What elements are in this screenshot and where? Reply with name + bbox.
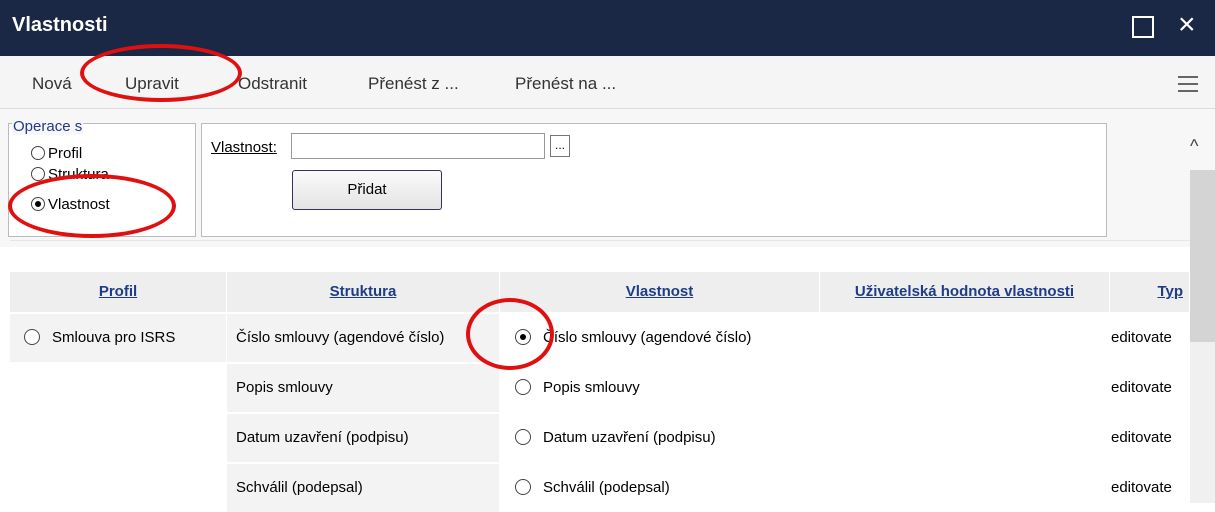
cell-hodnota <box>820 314 1110 362</box>
browse-button[interactable]: ... <box>550 135 570 157</box>
add-button[interactable]: Přidat <box>292 170 442 210</box>
radio-icon[interactable] <box>515 429 531 445</box>
divider <box>10 240 1190 241</box>
cell-struktura: Popis smlouvy <box>227 364 500 412</box>
cell-vlastnost: Popis smlouvy <box>500 364 820 412</box>
property-label: Vlastnost: <box>211 139 277 156</box>
header-typ[interactable]: Typ <box>1110 272 1190 312</box>
annotation-circle-upravit <box>80 44 242 102</box>
cell-profil <box>10 464 227 512</box>
cell-struktura: Číslo smlouvy (agendové číslo) <box>227 314 500 362</box>
menu-transfer-to[interactable]: Přenést na ... <box>515 74 616 94</box>
cell-profil <box>10 414 227 462</box>
cell-typ: editovate <box>1110 314 1190 362</box>
cell-vlastnost: Schválil (podepsal) <box>500 464 820 512</box>
cell-struktura: Schválil (podepsal) <box>227 464 500 512</box>
menu-transfer-from[interactable]: Přenést z ... <box>368 74 459 94</box>
cell-typ: editovate <box>1110 464 1190 512</box>
radio-profil[interactable]: Profil <box>31 145 82 162</box>
operation-area <box>0 109 1215 247</box>
properties-table: Profil Struktura Vlastnost Uživatelská h… <box>10 272 1190 512</box>
menu-delete[interactable]: Odstranit <box>238 74 307 94</box>
cell-hodnota <box>820 464 1110 512</box>
cell-typ: editovate <box>1110 414 1190 462</box>
typ-text: editovate <box>1111 429 1172 446</box>
hamburger-menu-icon[interactable] <box>1178 76 1198 97</box>
typ-text: editovate <box>1111 479 1172 496</box>
header-hodnota[interactable]: Uživatelská hodnota vlastnosti <box>820 272 1110 312</box>
vlastnost-text: Schválil (podepsal) <box>543 479 670 496</box>
window-title: Vlastnosti <box>12 14 108 36</box>
maximize-icon[interactable] <box>1132 16 1154 38</box>
annotation-circle-vlastnost <box>8 174 176 238</box>
cell-struktura: Datum uzavření (podpisu) <box>227 414 500 462</box>
cell-typ: editovate <box>1110 364 1190 412</box>
vlastnost-text: Číslo smlouvy (agendové číslo) <box>543 329 752 346</box>
menu-new[interactable]: Nová <box>32 74 72 94</box>
struktura-text: Číslo smlouvy (agendové číslo) <box>236 329 445 346</box>
property-input[interactable] <box>291 133 545 159</box>
cell-hodnota <box>820 414 1110 462</box>
vlastnost-text: Datum uzavření (podpisu) <box>543 429 716 446</box>
operation-legend: Operace s <box>12 118 84 135</box>
typ-text: editovate <box>1111 379 1172 396</box>
header-profil[interactable]: Profil <box>10 272 227 312</box>
close-icon[interactable]: × <box>1178 10 1196 40</box>
struktura-text: Popis smlouvy <box>236 379 333 396</box>
scrollbar-thumb[interactable] <box>1190 170 1215 342</box>
radio-icon[interactable] <box>515 379 531 395</box>
vlastnost-text: Popis smlouvy <box>543 379 640 396</box>
header-struktura[interactable]: Struktura <box>227 272 500 312</box>
radio-profil-label: Profil <box>48 145 83 162</box>
radio-icon[interactable] <box>31 146 45 160</box>
cell-profil: Smlouva pro ISRS <box>10 314 227 362</box>
radio-icon[interactable] <box>24 329 40 345</box>
cell-profil <box>10 364 227 412</box>
typ-text: editovate <box>1111 329 1172 346</box>
struktura-text: Schválil (podepsal) <box>236 479 363 496</box>
profil-text: Smlouva pro ISRS <box>52 329 176 346</box>
scroll-up-icon[interactable]: ^ <box>1190 136 1198 157</box>
cell-vlastnost: Datum uzavření (podpisu) <box>500 414 820 462</box>
radio-icon[interactable] <box>515 479 531 495</box>
header-vlastnost[interactable]: Vlastnost <box>500 272 820 312</box>
cell-hodnota <box>820 364 1110 412</box>
struktura-text: Datum uzavření (podpisu) <box>236 429 409 446</box>
annotation-circle-row-radio <box>466 298 554 370</box>
